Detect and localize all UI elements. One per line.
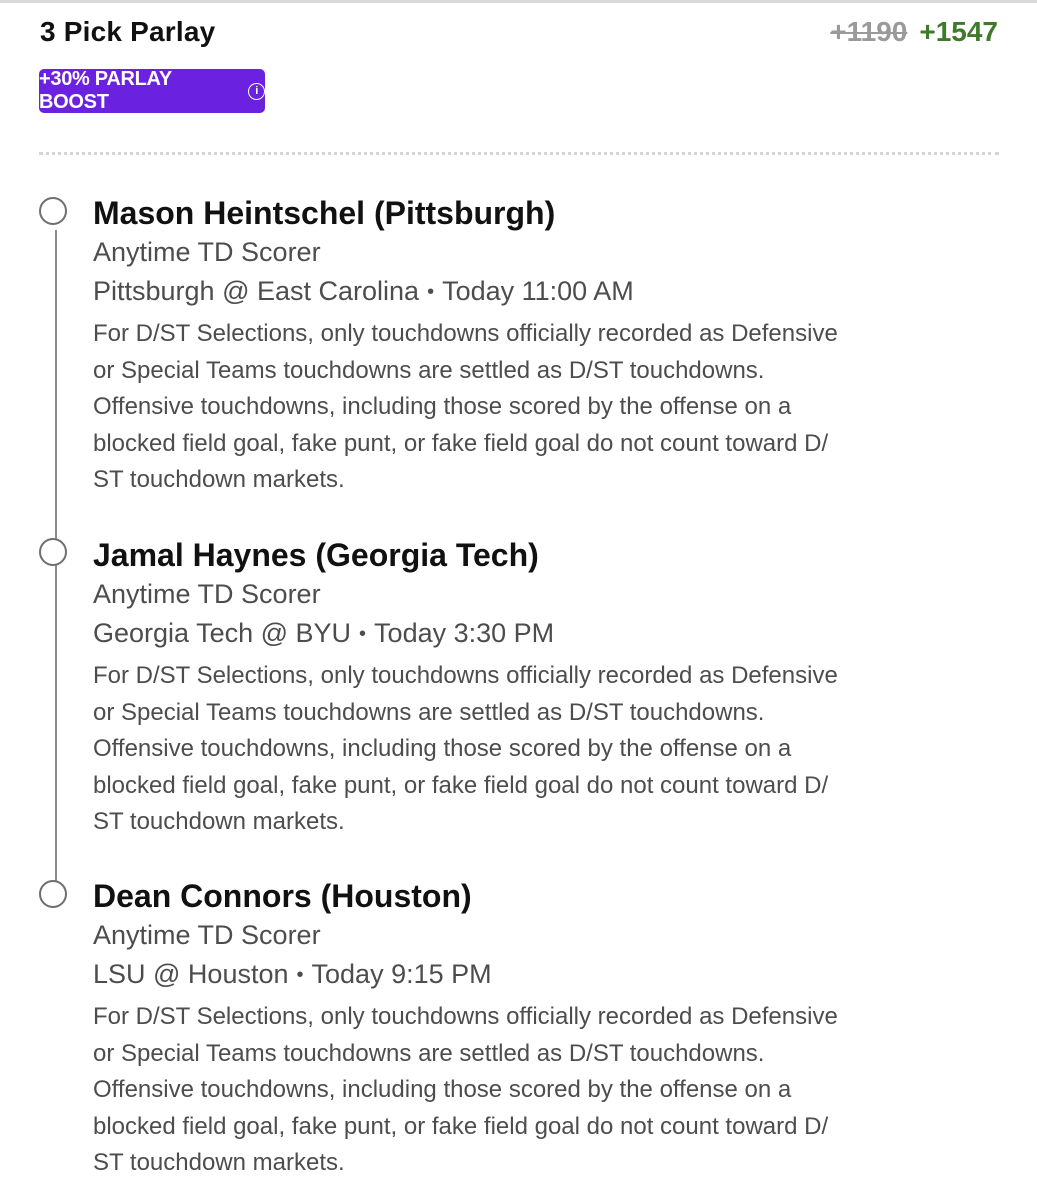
leg-matchup: LSU @ Houston: [93, 959, 289, 989]
leg-matchup: Pittsburgh @ East Carolina: [93, 276, 420, 306]
parlay-odds: +1190 +1547: [830, 16, 998, 48]
rules-line: ST touchdown markets.: [93, 466, 345, 493]
parlay-boost-badge[interactable]: +30% PARLAY BOOST i: [39, 68, 265, 113]
rules-line: blocked field goal, fake punt, or fake f…: [93, 1112, 829, 1140]
parlay-boost-label: +30% PARLAY BOOST: [39, 68, 172, 113]
rules-line: ST touchdown markets.: [93, 1149, 345, 1176]
rules-line: ST touchdown markets.: [93, 808, 345, 835]
info-icon[interactable]: i: [248, 82, 265, 100]
leg-market: Anytime TD Scorer: [93, 579, 321, 609]
leg-player-name: Mason Heintschel (Pittsburgh): [93, 195, 556, 231]
separator-dot: •: [296, 964, 304, 986]
boosted-odds: +1547: [919, 16, 998, 47]
rules-line: blocked field goal, fake punt, or fake f…: [93, 771, 829, 799]
parlay-leg[interactable]: Jamal Haynes (Georgia Tech) Anytime TD S…: [93, 535, 993, 841]
separator-dot: •: [359, 623, 367, 645]
leg-rules-text: For D/ST Selections, only touchdowns off…: [93, 658, 993, 841]
leg-rules-text: For D/ST Selections, only touchdowns off…: [93, 316, 993, 499]
leg-market: Anytime TD Scorer: [93, 920, 321, 950]
leg-game-info: Georgia Tech @ BYU • Today 3:30 PM: [93, 613, 993, 654]
parlay-leg[interactable]: Mason Heintschel (Pittsburgh) Anytime TD…: [93, 193, 993, 499]
leg-player-name: Dean Connors (Houston): [93, 878, 472, 914]
parlay-header: 3 Pick Parlay +1190 +1547: [40, 14, 998, 54]
rules-line: or Special Teams touchdowns are settled …: [93, 356, 765, 384]
rules-line: Offensive touchdowns, including those sc…: [93, 393, 792, 420]
rules-line: For D/ST Selections, only touchdowns off…: [93, 662, 838, 689]
leg-time: Today 3:30 PM: [374, 618, 555, 648]
leg-status-circle-icon: [39, 880, 67, 908]
leg-player-name: Jamal Haynes (Georgia Tech): [93, 537, 539, 573]
rules-line: or Special Teams touchdowns are settled …: [93, 698, 765, 726]
leg-time: Today 11:00 AM: [442, 276, 634, 306]
leg-rules-text: For D/ST Selections, only touchdowns off…: [93, 999, 993, 1182]
leg-status-circle-icon: [39, 197, 67, 225]
dotted-divider: [39, 152, 999, 155]
original-odds: +1190: [830, 16, 908, 47]
rules-line: blocked field goal, fake punt, or fake f…: [93, 429, 829, 457]
rules-line: Offensive touchdowns, including those sc…: [93, 1076, 792, 1103]
leg-game-info: LSU @ Houston • Today 9:15 PM: [93, 954, 993, 995]
parlay-leg[interactable]: Dean Connors (Houston) Anytime TD Scorer…: [93, 876, 993, 1182]
leg-market: Anytime TD Scorer: [93, 237, 321, 267]
rules-line: Offensive touchdowns, including those sc…: [93, 735, 792, 762]
leg-matchup: Georgia Tech @ BYU: [93, 618, 352, 648]
leg-game-info: Pittsburgh @ East Carolina • Today 11:00 A…: [93, 271, 993, 312]
separator-dot: •: [427, 281, 435, 303]
rules-line: For D/ST Selections, only touchdowns off…: [93, 320, 838, 347]
leg-status-circle-icon: [39, 538, 67, 566]
top-divider: [0, 0, 1037, 3]
rules-line: For D/ST Selections, only touchdowns off…: [93, 1003, 838, 1030]
leg-time: Today 9:15 PM: [311, 959, 492, 989]
parlay-title: 3 Pick Parlay: [40, 16, 216, 47]
rules-line: or Special Teams touchdowns are settled …: [93, 1039, 765, 1067]
